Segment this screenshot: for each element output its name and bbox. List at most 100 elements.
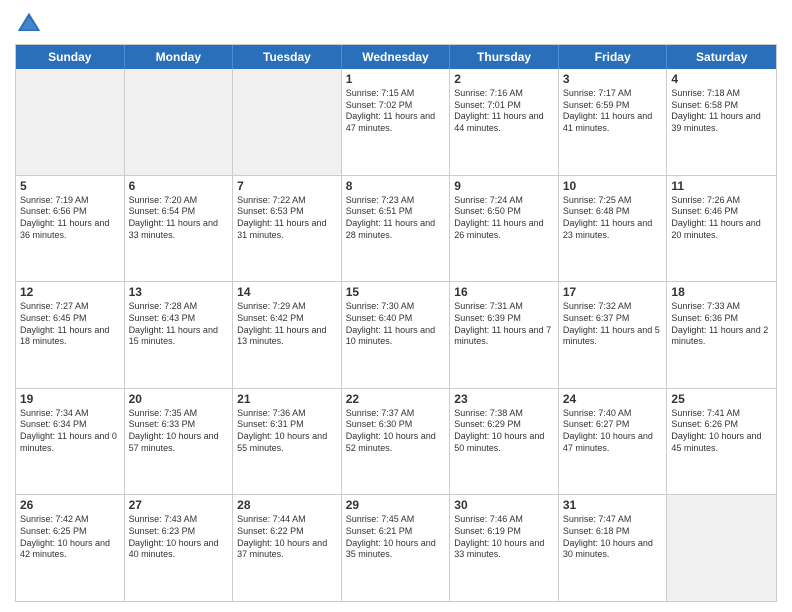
cell-info: Sunrise: 7:18 AM Sunset: 6:58 PM Dayligh… [671,88,772,135]
day-cell-27: 27Sunrise: 7:43 AM Sunset: 6:23 PM Dayli… [125,495,234,601]
cell-info: Sunrise: 7:28 AM Sunset: 6:43 PM Dayligh… [129,301,229,348]
day-cell-20: 20 Sunrise: 7:35 AM Sunset: 6:33 PM Dayli… [125,389,234,495]
day-number: 9 [454,179,554,193]
day-cell-28: 28 Sunrise: 7:44 AM Sunset: 6:22 PM Dayli… [233,495,342,601]
cell-info: Sunrise: 7:41 AM Sunset: 6:26 PM Dayligh… [671,408,772,455]
cell-info: Sunrise: 7:46 AM Sunset: 6:19 PM Dayligh… [454,514,554,561]
day-number: 28 [237,498,337,512]
header-day-wednesday: Wednesday [342,45,451,69]
day-cell-31: 31 Sunrise: 7:47 AM Sunset: 6:18 PM Dayli… [559,495,668,601]
day-cell-5: 5 Sunrise: 7:19 AM Sunset: 6:56 PM Daylig… [16,176,125,282]
logo [15,10,47,38]
day-number: 22 [346,392,446,406]
day-cell-11: 11 Sunrise: 7:26 AM Sunset: 6:46 PM Dayli… [667,176,776,282]
cell-info: Sunrise: 7:16 AM Sunset: 7:01 PM Dayligh… [454,88,554,135]
day-cell-23: 23Sunrise: 7:38 AM Sunset: 6:29 PM Dayli… [450,389,559,495]
day-cell-12: 12 Sunrise: 7:27 AM Sunset: 6:45 PM Dayli… [16,282,125,388]
cell-info: Sunrise: 7:17 AM Sunset: 6:59 PM Dayligh… [563,88,663,135]
empty-cell [233,69,342,175]
day-cell-6: 6 Sunrise: 7:20 AM Sunset: 6:54 PM Daylig… [125,176,234,282]
week-row-3: 12 Sunrise: 7:27 AM Sunset: 6:45 PM Dayli… [16,282,776,389]
cell-info: Sunrise: 7:19 AM Sunset: 6:56 PM Dayligh… [20,195,120,242]
day-cell-25: 25 Sunrise: 7:41 AM Sunset: 6:26 PM Dayli… [667,389,776,495]
header-day-saturday: Saturday [667,45,776,69]
cell-info: Sunrise: 7:23 AM Sunset: 6:51 PM Dayligh… [346,195,446,242]
day-number: 1 [346,72,446,86]
cell-info: Sunrise: 7:44 AM Sunset: 6:22 PM Dayligh… [237,514,337,561]
cell-info: Sunrise: 7:36 AM Sunset: 6:31 PM Dayligh… [237,408,337,455]
day-number: 7 [237,179,337,193]
week-row-1: 1Sunrise: 7:15 AM Sunset: 7:02 PM Daylig… [16,69,776,176]
day-cell-19: 19 Sunrise: 7:34 AM Sunset: 6:34 PM Dayli… [16,389,125,495]
day-cell-26: 26 Sunrise: 7:42 AM Sunset: 6:25 PM Dayli… [16,495,125,601]
day-cell-3: 3 Sunrise: 7:17 AM Sunset: 6:59 PM Daylig… [559,69,668,175]
day-number: 2 [454,72,554,86]
day-number: 29 [346,498,446,512]
day-number: 14 [237,285,337,299]
day-cell-21: 21Sunrise: 7:36 AM Sunset: 6:31 PM Dayli… [233,389,342,495]
cell-info: Sunrise: 7:37 AM Sunset: 6:30 PM Dayligh… [346,408,446,455]
day-number: 10 [563,179,663,193]
day-cell-15: 15Sunrise: 7:30 AM Sunset: 6:40 PM Dayli… [342,282,451,388]
day-number: 12 [20,285,120,299]
day-number: 11 [671,179,772,193]
day-cell-22: 22 Sunrise: 7:37 AM Sunset: 6:30 PM Dayli… [342,389,451,495]
day-number: 13 [129,285,229,299]
week-row-5: 26 Sunrise: 7:42 AM Sunset: 6:25 PM Dayli… [16,495,776,601]
cell-info: Sunrise: 7:24 AM Sunset: 6:50 PM Dayligh… [454,195,554,242]
empty-cell [125,69,234,175]
cell-info: Sunrise: 7:32 AM Sunset: 6:37 PM Dayligh… [563,301,663,348]
empty-cell [667,495,776,601]
day-number: 20 [129,392,229,406]
page-header [15,10,777,38]
day-number: 16 [454,285,554,299]
day-cell-30: 30 Sunrise: 7:46 AM Sunset: 6:19 PM Dayli… [450,495,559,601]
day-number: 19 [20,392,120,406]
day-cell-13: 13 Sunrise: 7:28 AM Sunset: 6:43 PM Dayli… [125,282,234,388]
header-day-tuesday: Tuesday [233,45,342,69]
day-number: 5 [20,179,120,193]
week-row-4: 19 Sunrise: 7:34 AM Sunset: 6:34 PM Dayli… [16,389,776,496]
day-number: 25 [671,392,772,406]
calendar-body: 1Sunrise: 7:15 AM Sunset: 7:02 PM Daylig… [16,69,776,601]
cell-info: Sunrise: 7:43 AM Sunset: 6:23 PM Dayligh… [129,514,229,561]
cell-info: Sunrise: 7:45 AM Sunset: 6:21 PM Dayligh… [346,514,446,561]
day-cell-10: 10 Sunrise: 7:25 AM Sunset: 6:48 PM Dayli… [559,176,668,282]
day-cell-7: 7 Sunrise: 7:22 AM Sunset: 6:53 PM Daylig… [233,176,342,282]
cell-info: Sunrise: 7:25 AM Sunset: 6:48 PM Dayligh… [563,195,663,242]
header-day-monday: Monday [125,45,234,69]
cell-info: Sunrise: 7:31 AM Sunset: 6:39 PM Dayligh… [454,301,554,348]
day-number: 30 [454,498,554,512]
empty-cell [16,69,125,175]
cell-info: Sunrise: 7:20 AM Sunset: 6:54 PM Dayligh… [129,195,229,242]
cell-info: Sunrise: 7:47 AM Sunset: 6:18 PM Dayligh… [563,514,663,561]
day-number: 24 [563,392,663,406]
cell-info: Sunrise: 7:27 AM Sunset: 6:45 PM Dayligh… [20,301,120,348]
cell-info: Sunrise: 7:34 AM Sunset: 6:34 PM Dayligh… [20,408,120,455]
day-number: 6 [129,179,229,193]
cell-info: Sunrise: 7:26 AM Sunset: 6:46 PM Dayligh… [671,195,772,242]
cell-info: Sunrise: 7:35 AM Sunset: 6:33 PM Dayligh… [129,408,229,455]
cell-info: Sunrise: 7:42 AM Sunset: 6:25 PM Dayligh… [20,514,120,561]
day-number: 26 [20,498,120,512]
day-number: 4 [671,72,772,86]
header-day-sunday: Sunday [16,45,125,69]
day-cell-16: 16 Sunrise: 7:31 AM Sunset: 6:39 PM Dayli… [450,282,559,388]
day-number: 31 [563,498,663,512]
calendar: SundayMondayTuesdayWednesdayThursdayFrid… [15,44,777,602]
cell-info: Sunrise: 7:40 AM Sunset: 6:27 PM Dayligh… [563,408,663,455]
header-day-thursday: Thursday [450,45,559,69]
day-cell-24: 24 Sunrise: 7:40 AM Sunset: 6:27 PM Dayli… [559,389,668,495]
day-cell-1: 1Sunrise: 7:15 AM Sunset: 7:02 PM Daylig… [342,69,451,175]
day-cell-8: 8 Sunrise: 7:23 AM Sunset: 6:51 PM Daylig… [342,176,451,282]
cell-info: Sunrise: 7:22 AM Sunset: 6:53 PM Dayligh… [237,195,337,242]
day-number: 18 [671,285,772,299]
day-number: 3 [563,72,663,86]
day-cell-4: 4 Sunrise: 7:18 AM Sunset: 6:58 PM Daylig… [667,69,776,175]
logo-icon [15,10,43,38]
day-cell-2: 2 Sunrise: 7:16 AM Sunset: 7:01 PM Daylig… [450,69,559,175]
day-number: 8 [346,179,446,193]
cell-info: Sunrise: 7:29 AM Sunset: 6:42 PM Dayligh… [237,301,337,348]
day-number: 15 [346,285,446,299]
day-number: 23 [454,392,554,406]
